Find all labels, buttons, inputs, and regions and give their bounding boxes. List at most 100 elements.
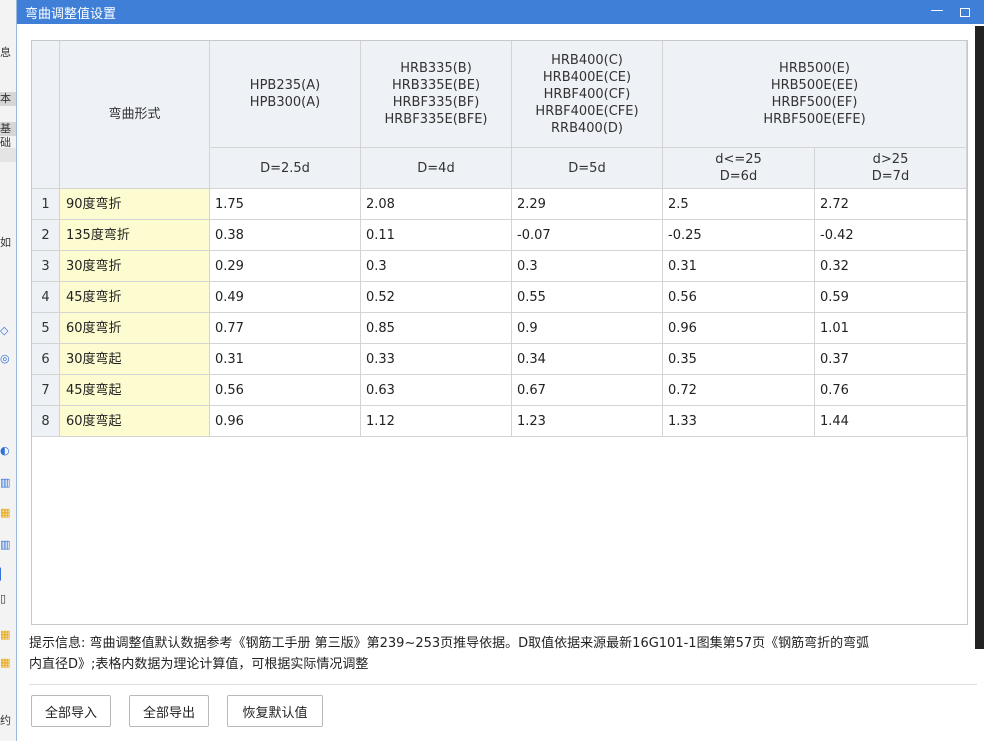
diameter-header: D=4d xyxy=(361,148,512,189)
diameter-line: D=7d xyxy=(871,169,910,184)
bend-form-cell[interactable]: 30度弯折 xyxy=(60,251,210,282)
value-cell[interactable]: 0.38 xyxy=(210,220,361,251)
value-cell[interactable]: 0.35 xyxy=(663,344,815,375)
bend-form-cell[interactable]: 135度弯折 xyxy=(60,220,210,251)
value-cell[interactable]: 1.01 xyxy=(815,313,967,344)
bend-form-cell[interactable]: 45度弯起 xyxy=(60,375,210,406)
value-cell[interactable]: 0.37 xyxy=(815,344,967,375)
hint-text: 提示信息: 弯曲调整值默认数据参考《钢筋工手册 第三版》第239~253页推导依… xyxy=(29,633,979,675)
value-cell[interactable]: 2.72 xyxy=(815,189,967,220)
import-all-button[interactable]: 全部导入 xyxy=(31,695,111,727)
grade-label: HRBF335E(BFE) xyxy=(384,112,488,127)
value-cell[interactable]: 0.29 xyxy=(210,251,361,282)
table-row[interactable]: 2 135度弯折 0.38 0.11 -0.07 -0.25 -0.42 xyxy=(32,220,967,251)
hint-line: 提示信息: 弯曲调整值默认数据参考《钢筋工手册 第三版》第239~253页推导依… xyxy=(29,636,870,651)
export-all-button[interactable]: 全部导出 xyxy=(129,695,209,727)
table-row[interactable]: 7 45度弯起 0.56 0.63 0.67 0.72 0.76 xyxy=(32,375,967,406)
value-cell[interactable]: 0.34 xyxy=(512,344,663,375)
row-number: 3 xyxy=(32,251,60,282)
value-cell[interactable]: 1.12 xyxy=(361,406,512,437)
table-row[interactable]: 6 30度弯起 0.31 0.33 0.34 0.35 0.37 xyxy=(32,344,967,375)
value-cell[interactable]: 0.56 xyxy=(210,375,361,406)
grade-label: RRB400(D) xyxy=(551,120,623,136)
table-row[interactable]: 4 45度弯折 0.49 0.52 0.55 0.56 0.59 xyxy=(32,282,967,313)
grade-label: HRB400(C) xyxy=(551,52,623,68)
value-cell[interactable]: 0.72 xyxy=(663,375,815,406)
row-number: 1 xyxy=(32,189,60,220)
bg-glyph: 本 xyxy=(0,92,11,105)
value-cell[interactable]: 0.3 xyxy=(512,251,663,282)
diameter-line: D=6d xyxy=(719,169,758,184)
value-cell[interactable]: 0.31 xyxy=(210,344,361,375)
bend-form-cell[interactable]: 60度弯折 xyxy=(60,313,210,344)
value-cell[interactable]: 0.96 xyxy=(663,313,815,344)
diameter-header: d>25 D=7d xyxy=(815,148,967,189)
bg-tree-icon: ▥ xyxy=(0,538,11,551)
bend-form-header: 弯曲形式 xyxy=(60,41,210,189)
bend-form-cell[interactable]: 90度弯折 xyxy=(60,189,210,220)
grade-label: HRBF335(BF) xyxy=(392,95,480,110)
value-cell[interactable]: 2.29 xyxy=(512,189,663,220)
value-cell[interactable]: 0.76 xyxy=(815,375,967,406)
bg-tree-icon: ◇ xyxy=(0,324,9,337)
row-number: 8 xyxy=(32,406,60,437)
value-cell[interactable]: 0.63 xyxy=(361,375,512,406)
value-cell[interactable]: 0.49 xyxy=(210,282,361,313)
grade-label: HRBF500(EF) xyxy=(771,95,858,110)
value-cell[interactable]: 1.75 xyxy=(210,189,361,220)
steel-grade-header: HRB400(C) HRB400E(CE) HRBF400(CF) HRBF40… xyxy=(512,41,663,148)
value-cell[interactable]: 0.85 xyxy=(361,313,512,344)
bg-tree-icon: ▦ xyxy=(0,506,11,519)
value-cell[interactable]: -0.42 xyxy=(815,220,967,251)
value-cell[interactable]: -0.25 xyxy=(663,220,815,251)
value-cell[interactable]: 0.33 xyxy=(361,344,512,375)
value-cell[interactable]: -0.07 xyxy=(512,220,663,251)
dialog-title: 弯曲调整值设置 xyxy=(25,7,117,22)
steel-grade-header: HRB500(E) HRB500E(EE) HRBF500(EF) HRBF50… xyxy=(663,41,967,148)
value-cell[interactable]: 0.56 xyxy=(663,282,815,313)
bend-adjustment-dialog: 弯曲调整值设置 — 弯曲形式 HPB235(A) HPB300(A) HRB33… xyxy=(16,0,984,741)
value-cell[interactable]: 0.32 xyxy=(815,251,967,282)
value-cell[interactable]: 2.08 xyxy=(361,189,512,220)
value-cell[interactable]: 0.77 xyxy=(210,313,361,344)
bg-glyph: 基础 xyxy=(0,122,11,149)
value-cell[interactable]: 0.55 xyxy=(512,282,663,313)
divider xyxy=(29,684,977,685)
value-cell[interactable]: 0.9 xyxy=(512,313,663,344)
bg-tree-icon: ◎ xyxy=(0,352,10,365)
diameter-header: D=5d xyxy=(512,148,663,189)
value-cell[interactable]: 1.33 xyxy=(663,406,815,437)
value-cell[interactable]: 0.52 xyxy=(361,282,512,313)
table-row[interactable]: 1 90度弯折 1.75 2.08 2.29 2.5 2.72 xyxy=(32,189,967,220)
bend-form-cell[interactable]: 30度弯起 xyxy=(60,344,210,375)
value-cell[interactable]: 0.31 xyxy=(663,251,815,282)
grade-label: HPB300(A) xyxy=(249,95,321,110)
scrollbar[interactable] xyxy=(975,26,984,649)
title-bar[interactable]: 弯曲调整值设置 — xyxy=(17,0,984,24)
value-cell[interactable]: 0.96 xyxy=(210,406,361,437)
table-row[interactable]: 5 60度弯折 0.77 0.85 0.9 0.96 1.01 xyxy=(32,313,967,344)
bend-form-cell[interactable]: 45度弯折 xyxy=(60,282,210,313)
table-row[interactable]: 3 30度弯折 0.29 0.3 0.3 0.31 0.32 xyxy=(32,251,967,282)
value-cell[interactable]: 0.67 xyxy=(512,375,663,406)
bg-field xyxy=(0,148,16,162)
bg-glyph: 息 xyxy=(0,46,11,59)
value-cell[interactable]: 2.5 xyxy=(663,189,815,220)
value-cell[interactable]: 0.11 xyxy=(361,220,512,251)
row-number: 2 xyxy=(32,220,60,251)
grade-label: HRB500E(EE) xyxy=(770,78,859,93)
value-cell[interactable]: 1.23 xyxy=(512,406,663,437)
restore-default-button[interactable]: 恢复默认值 xyxy=(227,695,323,727)
maximize-button[interactable] xyxy=(951,0,979,24)
bend-adjustment-table: 弯曲形式 HPB235(A) HPB300(A) HRB335(B) HRB33… xyxy=(31,40,968,625)
value-cell[interactable]: 0.3 xyxy=(361,251,512,282)
diameter-header: D=2.5d xyxy=(210,148,361,189)
grade-label: HRBF500E(EFE) xyxy=(763,112,866,127)
value-cell[interactable]: 0.59 xyxy=(815,282,967,313)
minimize-button[interactable]: — xyxy=(923,0,951,24)
value-cell[interactable]: 1.44 xyxy=(815,406,967,437)
bend-form-cell[interactable]: 60度弯起 xyxy=(60,406,210,437)
table-row[interactable]: 8 60度弯起 0.96 1.12 1.23 1.33 1.44 xyxy=(32,406,967,437)
bg-tree-icon: ▯ xyxy=(0,592,7,605)
grade-label: HRBF400E(CFE) xyxy=(535,103,639,119)
